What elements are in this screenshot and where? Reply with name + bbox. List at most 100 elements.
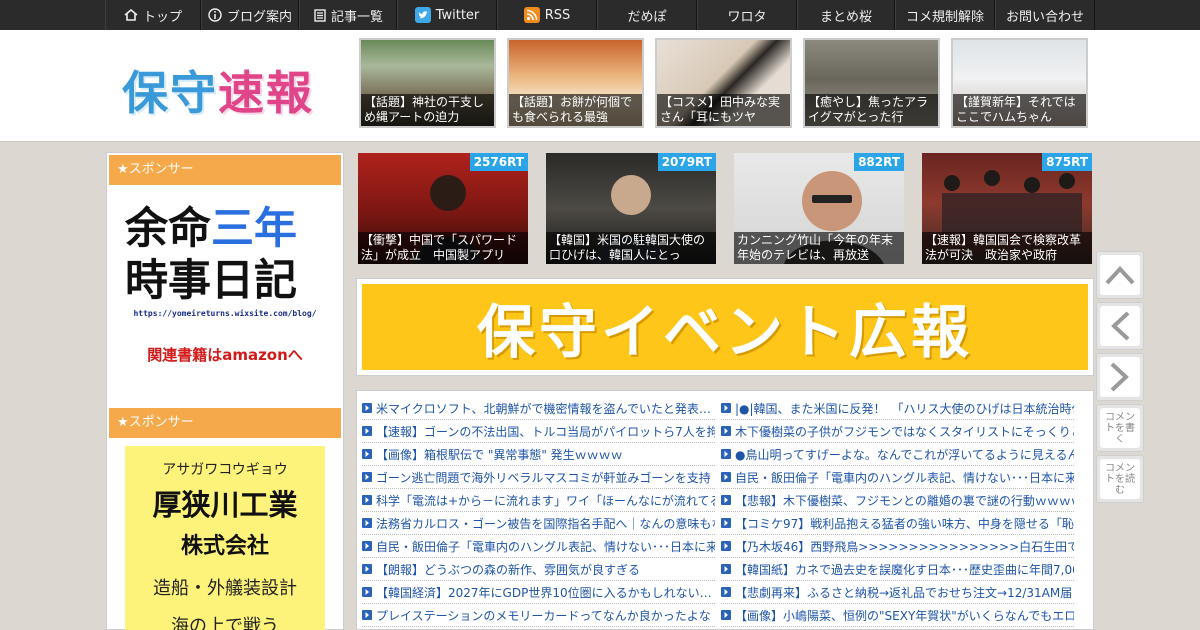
list-item-link[interactable]: 【画像】箱根駅伝で "異常事態" 発生ｗｗｗｗ	[376, 446, 623, 463]
top-nav: トップ ブログ案内 記事一覧 Twitter RSS だめぽ ワロタ まとめ桜 …	[0, 0, 1200, 30]
header-thumb-raccoon[interactable]: 【癒やし】焦ったアライグマがとった行	[803, 38, 940, 128]
list-item-link[interactable]: 木下優樹菜の子供がフジモンではなくスタイリストにそっくりと話題	[735, 423, 1074, 440]
list-item[interactable]: プレイステーションのメモリーカードってなんか良かったよな	[362, 604, 715, 627]
header-thumb-caption: 【謹賀新年】それではここでハムちゃん	[953, 94, 1086, 126]
list-item[interactable]: 法務省カルロス・ゴーン被告を国際指名手配へ｜なんの意味もない	[362, 512, 715, 535]
list-item[interactable]: 米マイクロソフト、北朝鮮がで機密情報を盗んでいたと発表…	[362, 397, 715, 420]
featured-caption: 【速報】韓国国会で検察改革法が可決 政治家や政府	[922, 232, 1092, 264]
list-icon	[314, 8, 326, 22]
ad1-title-line1: 余命三年	[125, 203, 325, 255]
header-thumb-hamster[interactable]: 【謹賀新年】それではここでハムちゃん	[951, 38, 1088, 128]
list-item-link[interactable]: 【速報】ゴーンの不法出国、トルコ当局がパイロットら7人を拘束	[376, 423, 715, 440]
list-item[interactable]: |●|韓国、また米国に反発！ 「ハリス大使のひげは日本統治時代	[721, 397, 1074, 420]
list-item-link[interactable]: プレイステーションのメモリーカードってなんか良かったよな	[376, 607, 711, 624]
prev-article-button[interactable]	[1096, 302, 1144, 350]
list-item-link[interactable]: 米マイクロソフト、北朝鮮がで機密情報を盗んでいたと発表…	[376, 400, 711, 417]
list-item[interactable]: 科学「電流は+から－に流れます」ワイ「ほーんなにが流れてるの？」	[362, 489, 715, 512]
write-comment-button[interactable]: コメントを書く	[1096, 404, 1144, 452]
list-item[interactable]: 【韓国経済】2027年にGDP世界10位圏に入るかもしれない…	[362, 581, 715, 604]
list-item-link[interactable]: 【韓国紙】カネで過去史を誤魔化す日本･･･歴史歪曲に年間7,000億	[735, 561, 1074, 578]
nav-top[interactable]: トップ	[105, 0, 201, 30]
nav-contact[interactable]: お問い合わせ	[995, 0, 1095, 30]
list-item-link[interactable]: 【悲報】木下優樹菜、フジモンとの離婚の裏で謎の行動ｗｗｗｗｗ	[735, 492, 1074, 509]
nav-twitter-label: Twitter	[435, 7, 480, 23]
list-item-link[interactable]: 【悲劇再来】ふるさと納税→返礼品でおせち注文→12/31AM届く	[735, 584, 1074, 601]
nav-rss[interactable]: RSS	[497, 0, 597, 30]
list-item-link[interactable]: 法務省カルロス・ゴーン被告を国際指名手配へ｜なんの意味もない	[376, 515, 715, 532]
ad1-url: https://yomeireturns.wixsite.com/blog/	[133, 309, 317, 318]
nav-matome-sakura[interactable]: まとめ桜	[797, 0, 895, 30]
event-banner[interactable]: 保守イベント広報	[356, 278, 1094, 376]
ad2-corp-type: 株式会社	[180, 534, 269, 559]
site-logo[interactable]: 保守速報	[122, 57, 314, 123]
ad-asagawa-kogyo[interactable]: アサガワコウギョウ 厚狭川工業 株式会社 造船・外艤装設計 海の上で戦う	[125, 446, 325, 630]
arrow-bullet-icon	[721, 564, 731, 574]
list-item[interactable]: 【朗報】どうぶつの森の新作、雰囲気が良すぎる	[362, 558, 715, 581]
read-comment-label: コメントを読む	[1105, 462, 1135, 496]
ad2-company-name: 厚狭川工業	[152, 488, 298, 522]
list-item-link[interactable]: 【画像】小嶋陽菜、恒例の"SEXY年賀状"がいくらなんでもエロすぎる	[735, 607, 1074, 624]
featured-article[interactable]: 2576RT 【衝撃】中国で「スパワード法」が成立 中国製アプリ	[358, 153, 528, 264]
header-thumb-mochi[interactable]: 【話題】お餅が何個でも食べられる最強	[507, 38, 644, 128]
list-item[interactable]: 木下優樹菜の子供がフジモンではなくスタイリストにそっくりと話題	[721, 420, 1074, 443]
list-item-link[interactable]: 自民・飯田倫子「電車内のハングル表記、情けない･･･日本に来るなら	[735, 469, 1074, 486]
header-thumb-cosmetic[interactable]: 【コスメ】田中みな実さん「耳にもツヤ	[655, 38, 792, 128]
ad1-line1a: 余命	[125, 204, 211, 254]
list-item-link[interactable]: 自民・飯田倫子「電車内のハングル表記、情けない･･･日本に来るなら	[376, 538, 715, 555]
sponsor-heading: ★スポンサー	[109, 408, 341, 438]
nav-blog-guide-label: ブログ案内	[226, 9, 292, 25]
scroll-top-button[interactable]	[1096, 251, 1144, 299]
featured-article[interactable]: 875RT 【速報】韓国国会で検察改革法が可決 政治家や政府	[922, 153, 1092, 264]
read-comment-button[interactable]: コメントを読む	[1096, 455, 1144, 503]
arrow-bullet-icon	[721, 403, 731, 413]
nav-comment-unlock[interactable]: コメ規制解除	[895, 0, 995, 30]
arrow-bullet-icon	[362, 472, 372, 482]
list-item[interactable]: ●鳥山明ってすげーよな。なんでこれが浮いてるように見えるんだよ	[721, 443, 1074, 466]
list-item[interactable]: 【画像】箱根駅伝で "異常事態" 発生ｗｗｗｗ	[362, 443, 715, 466]
nav-twitter[interactable]: Twitter	[397, 0, 497, 30]
list-item-link[interactable]: 【朗報】どうぶつの森の新作、雰囲気が良すぎる	[376, 561, 640, 578]
article-list-left: 米マイクロソフト、北朝鮮がで機密情報を盗んでいたと発表… 【速報】ゴーンの不法出国…	[362, 397, 715, 627]
list-item[interactable]: 【画像】小嶋陽菜、恒例の"SEXY年賀状"がいくらなんでもエロすぎる	[721, 604, 1074, 627]
list-item-link[interactable]: 【韓国経済】2027年にGDP世界10位圏に入るかもしれない…	[376, 584, 712, 601]
nav-blog-guide[interactable]: ブログ案内	[201, 0, 299, 30]
list-item[interactable]: 【速報】ゴーンの不法出国、トルコ当局がパイロットら7人を拘束	[362, 420, 715, 443]
header-thumb-shrine[interactable]: 【話題】神社の干支しめ縄アートの迫力	[359, 38, 496, 128]
nav-damepo[interactable]: だめぽ	[597, 0, 697, 30]
arrow-bullet-icon	[362, 564, 372, 574]
list-item-link[interactable]: ゴーン逃亡問題で海外リベラルマスコミが軒並みゴーンを支持	[376, 469, 711, 486]
arrow-bullet-icon	[362, 587, 372, 597]
list-item-link[interactable]: 科学「電流は+から－に流れます」ワイ「ほーんなにが流れてるの？」	[376, 492, 715, 509]
list-item[interactable]: 自民・飯田倫子「電車内のハングル表記、情けない･･･日本に来るなら	[362, 535, 715, 558]
featured-caption: カンニング竹山「今年の年末年始のテレビは、再放送	[734, 232, 904, 264]
arrow-bullet-icon	[721, 495, 731, 505]
nav-warota[interactable]: ワロタ	[697, 0, 797, 30]
list-item[interactable]: 【悲劇再来】ふるさと納税→返礼品でおせち注文→12/31AM届く	[721, 581, 1074, 604]
featured-article[interactable]: 2079RT 【韓国】米国の駐韓国大使の口ひげは、韓国人にとっ	[546, 153, 716, 264]
arrow-bullet-icon	[721, 587, 731, 597]
list-item[interactable]: 【乃木坂46】西野飛鳥>>>>>>>>>>>>>>>>白石生田でいいよな	[721, 535, 1074, 558]
sponsor-heading: ★スポンサー	[109, 155, 341, 185]
list-item-link[interactable]: ●鳥山明ってすげーよな。なんでこれが浮いてるように見えるんだよ	[735, 446, 1074, 463]
list-item[interactable]: 【コミケ97】戦利品抱える猛者の強い味方、中身を隠せる「恥ずかしい	[721, 512, 1074, 535]
list-item[interactable]: 【韓国紙】カネで過去史を誤魔化す日本･･･歴史歪曲に年間7,000億	[721, 558, 1074, 581]
arrow-bullet-icon	[362, 541, 372, 551]
list-item[interactable]: 自民・飯田倫子「電車内のハングル表記、情けない･･･日本に来るなら	[721, 466, 1074, 489]
ad-yomei-sannen[interactable]: 余命三年 時事日記 https://yomeireturns.wixsite.c…	[125, 203, 325, 383]
arrow-bullet-icon	[362, 403, 372, 413]
list-item-link[interactable]: 【乃木坂46】西野飛鳥>>>>>>>>>>>>>>>>白石生田でいいよな	[735, 538, 1074, 555]
site-header: 保守速報 【話題】神社の干支しめ縄アートの迫力 【話題】お餅が何個でも食べられる…	[0, 30, 1200, 142]
ad2-business: 造船・外艤装設計	[153, 578, 297, 599]
left-sidebar: ★スポンサー 余命三年 時事日記 https://yomeireturns.wi…	[106, 152, 344, 630]
nav-article-list[interactable]: 記事一覧	[299, 0, 397, 30]
arrow-bullet-icon	[362, 610, 372, 620]
next-article-button[interactable]	[1096, 353, 1144, 401]
list-item-link[interactable]: |●|韓国、また米国に反発！ 「ハリス大使のひげは日本統治時代	[735, 400, 1074, 417]
featured-article[interactable]: 882RT カンニング竹山「今年の年末年始のテレビは、再放送	[734, 153, 904, 264]
article-list-right: |●|韓国、また米国に反発！ 「ハリス大使のひげは日本統治時代 木下優樹菜の子供が…	[721, 397, 1074, 627]
list-item[interactable]: 【悲報】木下優樹菜、フジモンとの離婚の裏で謎の行動ｗｗｗｗｗ	[721, 489, 1074, 512]
list-item[interactable]: ゴーン逃亡問題で海外リベラルマスコミが軒並みゴーンを支持	[362, 466, 715, 489]
list-item-link[interactable]: 【コミケ97】戦利品抱える猛者の強い味方、中身を隠せる「恥ずかしい	[735, 515, 1074, 532]
retweet-count-badge: 875RT	[1042, 153, 1092, 171]
ad1-amazon-link[interactable]: 関連書籍はamazonへ	[125, 344, 325, 365]
